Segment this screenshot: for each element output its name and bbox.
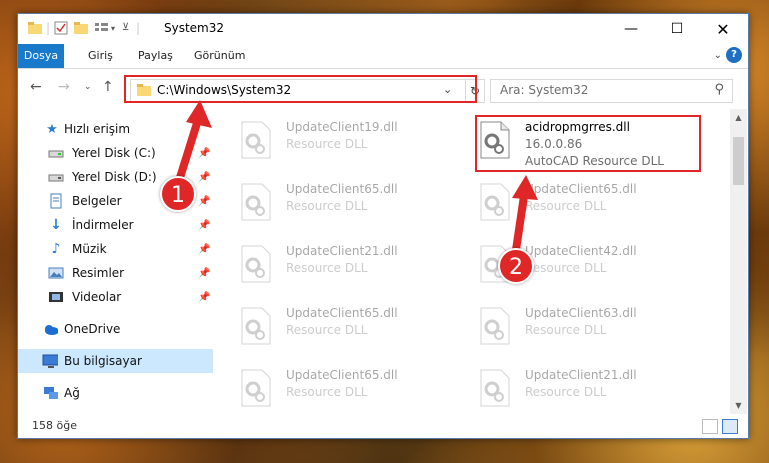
arrow-to-address (174, 100, 212, 188)
step-badge-2: 2 (498, 248, 534, 284)
annotation-arrows (174, 100, 538, 254)
step-badge-1: 1 (160, 176, 196, 212)
arrow-to-file (512, 175, 538, 254)
